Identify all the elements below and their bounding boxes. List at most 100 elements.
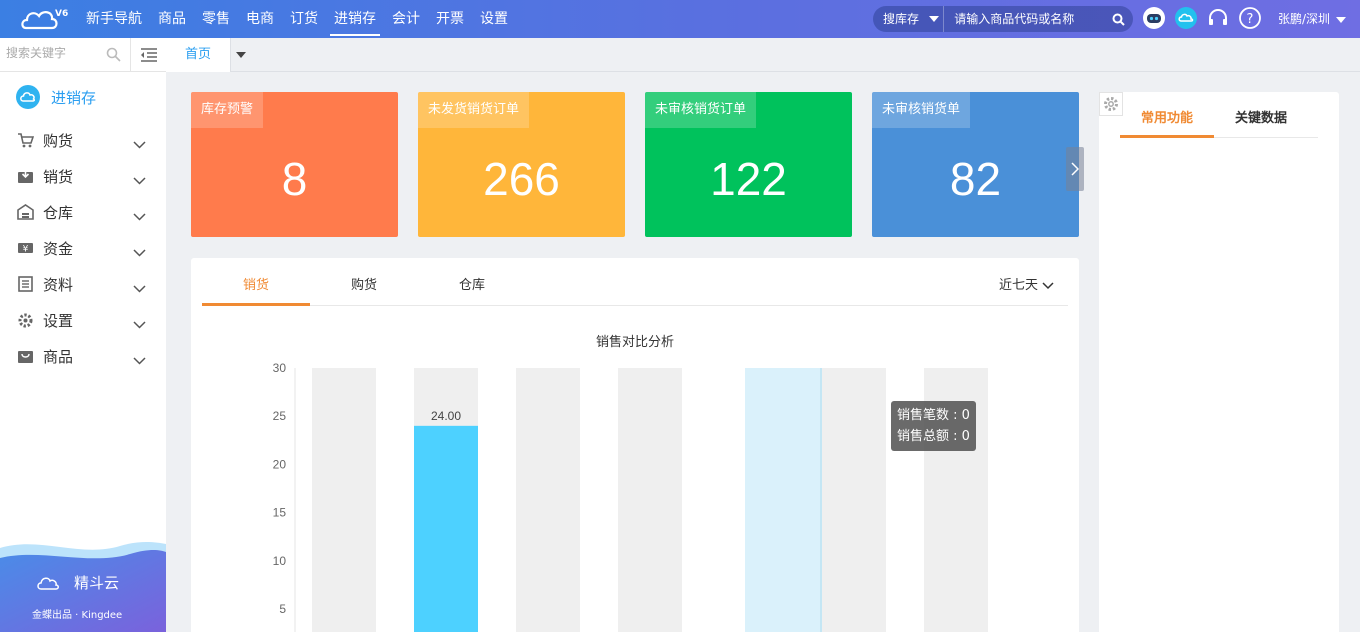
sales-box-icon [17, 168, 34, 184]
nav-item-1[interactable]: 商品 [150, 0, 194, 38]
bar-background [312, 368, 376, 632]
date-range-label: 近七天 [998, 278, 1038, 293]
chart-tabs: 近七天 销货 购货 仓库 [202, 272, 1068, 306]
chart-tab-1[interactable]: 购货 [310, 272, 418, 306]
sidebar-item-3[interactable]: ¥ 资金 [0, 230, 166, 266]
sidebar-item-label: 设置 [43, 311, 74, 330]
chart-panel: 近七天 销货 购货 仓库 销售对比分析 5 10 15 20 25 30 24.00 销售笔数 … [191, 258, 1079, 632]
product-search-input[interactable] [944, 12, 1105, 26]
brand-logo: 精斗云 [36, 572, 119, 593]
data-bar [414, 425, 478, 632]
stat-card-label: 未审核销货订单 [645, 92, 757, 128]
tab-dropdown-icon[interactable] [230, 38, 250, 72]
nav-item-4[interactable]: 订货 [282, 0, 326, 38]
main-nav: 新手导航 商品 零售 电商 订货 进销存 会计 开票 设置 [78, 0, 516, 38]
top-icon-group: ? [1142, 6, 1262, 30]
search-scope-select[interactable]: 搜库存 [873, 6, 945, 32]
svg-text:?: ? [1247, 12, 1254, 27]
next-arrow-icon[interactable] [1066, 147, 1084, 191]
y-tick-label: 15 [273, 506, 287, 520]
nav-item-0[interactable]: 新手导航 [78, 0, 150, 38]
nav-item-2[interactable]: 零售 [194, 0, 238, 38]
chart-tab-0[interactable]: 销货 [202, 272, 310, 306]
sidebar-item-label: 资金 [43, 239, 74, 258]
module-icon [16, 85, 40, 109]
global-search: 搜库存 [873, 6, 1133, 32]
headset-support-icon[interactable] [1206, 6, 1230, 30]
bar-background [822, 368, 886, 632]
sidebar-item-label: 仓库 [43, 203, 74, 222]
sidebar-item-0[interactable]: 购货 [0, 122, 166, 158]
nav-item-8[interactable]: 设置 [472, 0, 516, 38]
search-icon[interactable] [1104, 6, 1133, 32]
sidebar-item-label: 销货 [43, 167, 74, 186]
sidebar-item-5[interactable]: 设置 [0, 302, 166, 338]
chevron-down-icon [1042, 282, 1054, 290]
search-icon[interactable] [106, 47, 121, 66]
y-tick-label: 10 [273, 554, 287, 568]
sidebar-item-6[interactable]: 商品 [0, 338, 166, 374]
chevron-down-icon [133, 350, 146, 369]
right-panel: 常用功能 关键数据 [1099, 92, 1339, 632]
stat-card-label: 未审核销货单 [872, 92, 971, 128]
robot-assistant-icon[interactable] [1142, 6, 1166, 30]
chevron-down-icon [133, 278, 146, 297]
y-tick-label: 30 [273, 361, 287, 375]
sidebar-search-input[interactable] [6, 46, 101, 60]
stat-card-value: 82 [949, 153, 1002, 205]
stat-card-1[interactable]: 未发货销货订单 266 [418, 92, 625, 237]
nav-item-5[interactable]: 进销存 [326, 0, 384, 38]
brand-subtitle: 金蝶出品 · Kingdee [32, 610, 123, 621]
stat-card-2[interactable]: 未审核销货订单 122 [645, 92, 852, 237]
chart-tab-2[interactable]: 仓库 [418, 272, 526, 306]
chart-title: 销售对比分析 [595, 335, 674, 350]
module-title-label: 进销存 [51, 88, 97, 107]
right-tab-0[interactable]: 常用功能 [1120, 104, 1214, 138]
right-panel-tabs: 常用功能 关键数据 [1120, 104, 1318, 138]
user-name-label: 张鹏/深圳 [1278, 12, 1331, 26]
stat-card-label: 未发货销货订单 [418, 92, 530, 128]
chevron-down-icon [133, 206, 146, 225]
stat-card-value: 266 [483, 153, 560, 205]
collapse-sidebar-icon[interactable] [131, 38, 166, 72]
tab-home[interactable]: 首页 [166, 38, 230, 72]
y-tick-label: 20 [273, 457, 287, 471]
tooltip-count: 销售笔数 : 0 [897, 408, 970, 423]
sidebar-item-4[interactable]: 资料 [0, 266, 166, 302]
stat-card-value: 122 [710, 153, 787, 205]
chevron-down-icon [133, 242, 146, 261]
stat-card-3[interactable]: 未审核销货单 82 [872, 92, 1079, 237]
version-label: V6 [55, 9, 68, 19]
user-menu[interactable]: 张鹏/深圳 [1278, 0, 1347, 38]
stat-card-0[interactable]: 库存预警 8 [191, 92, 398, 237]
brand-name: 精斗云 [74, 574, 120, 592]
warehouse-icon [17, 204, 34, 220]
sidebar-item-label: 资料 [43, 275, 74, 294]
sidebar-item-2[interactable]: 仓库 [0, 194, 166, 230]
date-range-select[interactable]: 近七天 [999, 272, 1054, 300]
stat-card-value: 8 [281, 153, 308, 205]
right-tab-1[interactable]: 关键数据 [1214, 104, 1308, 138]
y-tick-label: 25 [273, 409, 287, 423]
cloud-icon[interactable] [1174, 6, 1198, 30]
chevron-down-icon [133, 134, 146, 153]
y-tick-label: 5 [279, 602, 286, 616]
search-scope-label: 搜库存 [883, 12, 920, 26]
sidebar-item-label: 商品 [43, 347, 74, 366]
nav-item-7[interactable]: 开票 [428, 0, 472, 38]
caret-down-icon [929, 16, 940, 22]
sidebar: 进销存 购货销货仓库 ¥ 资金资料设置商品 精斗云 金蝶出品 · Kingdee [0, 38, 166, 632]
top-navigation-bar: V6 新手导航商品零售电商订货进销存会计开票设置 搜库存 ? 张鹏/深圳 [0, 0, 1360, 38]
sidebar-footer: 精斗云 金蝶出品 · Kingdee [0, 536, 166, 632]
money-icon: ¥ [17, 240, 34, 256]
bar-background [618, 368, 682, 632]
bar-background [516, 368, 580, 632]
tooltip-amount: 销售总额 : 0 [897, 429, 970, 444]
nav-item-3[interactable]: 电商 [238, 0, 282, 38]
logo-icon[interactable]: V6 [20, 4, 72, 34]
module-title[interactable]: 进销存 [16, 85, 96, 109]
sidebar-item-1[interactable]: 销货 [0, 158, 166, 194]
sidebar-item-label: 购货 [43, 131, 74, 150]
help-icon[interactable]: ? [1238, 6, 1262, 30]
nav-item-6[interactable]: 会计 [384, 0, 428, 38]
